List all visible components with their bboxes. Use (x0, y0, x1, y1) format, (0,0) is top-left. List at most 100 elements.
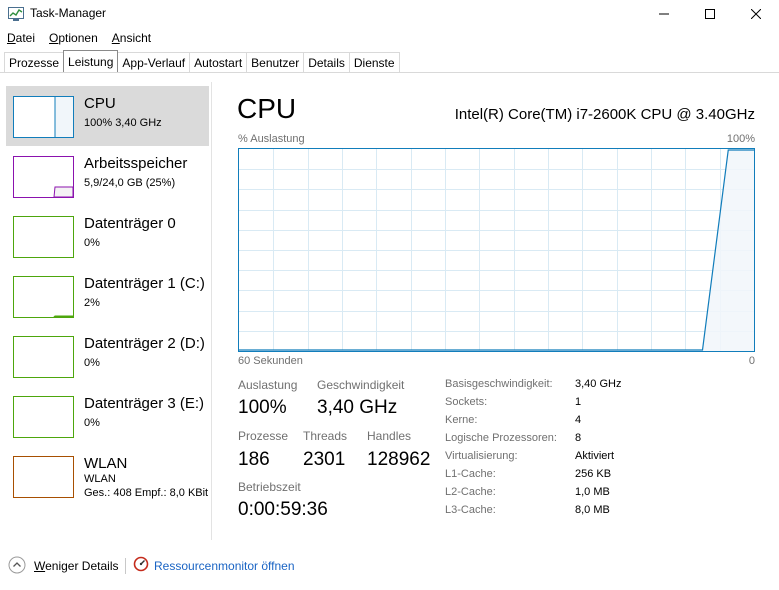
resource-item-memory[interactable]: Arbeitsspeicher 5,9/24,0 GB (25%) (6, 146, 209, 206)
resource-value: 2% (84, 297, 100, 309)
page-title: CPU (237, 93, 297, 124)
menu-bar: Datei Optionen Ansicht (0, 29, 158, 49)
stat-auslastung-label: Auslastung (238, 378, 298, 392)
cpu-usage-chart (239, 149, 754, 351)
tab-bar: Prozesse Leistung App-Verlauf Autostart … (0, 50, 779, 73)
stat-geschwindigkeit-label: Geschwindigkeit (317, 378, 405, 392)
resource-item-disk-2[interactable]: Datenträger 2 (D:) 0% (6, 326, 209, 386)
info-label-l3-cache: L3-Cache: (445, 504, 496, 516)
thumbnail-fill (55, 97, 73, 137)
resource-value: 0% (84, 357, 100, 369)
info-value-sockets: 1 (575, 396, 582, 408)
info-value-base-speed: 3,40 GHz (575, 378, 622, 390)
footer: Weniger Details Ressourcenmonitor öffnen (0, 552, 779, 580)
resource-item-disk-0[interactable]: Datenträger 0 0% (6, 206, 209, 266)
stat-threads-value: 2301 (303, 449, 346, 470)
close-icon (751, 9, 761, 19)
info-label-cores: Kerne: (445, 414, 478, 426)
resource-value: 100% 3,40 GHz (84, 117, 162, 129)
resource-name: WLAN (84, 455, 128, 472)
thumbnail-fill (53, 315, 73, 317)
resource-value: 0% (84, 237, 100, 249)
info-label-l1-cache: L1-Cache: (445, 468, 496, 480)
thumbnail-graph (53, 186, 73, 197)
thumbnail-graph (14, 217, 73, 257)
resource-value: 0% (84, 417, 100, 429)
tab-prozesse[interactable]: Prozesse (4, 52, 65, 72)
close-button[interactable] (733, 0, 779, 28)
resource-name: Datenträger 2 (D:) (84, 335, 205, 352)
info-value-cores: 4 (575, 414, 582, 426)
disk-1-thumbnail (13, 276, 74, 318)
info-value-l2-cache: 1,0 MB (575, 486, 610, 498)
menu-optionen[interactable]: Optionen (42, 29, 105, 49)
info-label-base-speed: Basisgeschwindigkeit: (445, 378, 553, 390)
stat-handles-value: 128962 (367, 449, 431, 470)
resource-value: WLAN (84, 473, 116, 485)
y-axis-label: % Auslastung (238, 133, 305, 145)
x-axis-label: 60 Sekunden (238, 355, 303, 367)
maximize-button[interactable] (687, 0, 733, 28)
resource-monitor-link[interactable]: Ressourcenmonitor öffnen (154, 559, 295, 573)
tab-leistung[interactable]: Leistung (63, 50, 119, 72)
thumbnail-graph (54, 97, 73, 137)
stat-prozesse-label: Prozesse (238, 429, 289, 443)
tab-benutzer[interactable]: Benutzer (246, 52, 305, 72)
stat-handles-label: Handles (367, 429, 412, 443)
stat-threads-label: Threads (303, 429, 348, 443)
resource-throughput: Ges.: 408 Empf.: 8,0 KBit (84, 487, 209, 499)
fewer-details-link[interactable]: Weniger Details (34, 559, 118, 573)
thumbnail-graph (53, 315, 73, 317)
tab-autostart[interactable]: Autostart (189, 52, 248, 72)
tab-app-verlauf[interactable]: App-Verlauf (117, 52, 191, 72)
disk-2-thumbnail (13, 336, 74, 378)
thumbnail-graph (14, 457, 73, 497)
info-label-sockets: Sockets: (445, 396, 488, 408)
cpu-usage-graph (238, 148, 755, 352)
resource-item-disk-1[interactable]: Datenträger 1 (C:) 2% (6, 266, 209, 326)
menu-ansicht[interactable]: Ansicht (105, 29, 158, 49)
disk-0-thumbnail (13, 216, 74, 258)
window-title: Task-Manager (30, 6, 107, 20)
cpu-thumbnail (13, 96, 74, 138)
stat-geschwindigkeit-value: 3,40 GHz (317, 397, 398, 418)
resource-item-cpu[interactable]: CPU 100% 3,40 GHz (6, 86, 209, 146)
chevron-up-icon[interactable] (8, 556, 26, 574)
resource-list: CPU 100% 3,40 GHz Arbeitsspeicher 5,9/24… (0, 82, 212, 540)
maximize-icon (705, 9, 715, 19)
stat-prozesse-value: 186 (238, 449, 270, 470)
thumbnail-fill (53, 186, 73, 197)
disk-3-thumbnail (13, 396, 74, 438)
thumbnail-graph (14, 397, 73, 437)
thumbnail-graph (14, 337, 73, 377)
stat-auslastung-value: 100% (238, 397, 287, 418)
memory-thumbnail (13, 156, 74, 198)
resource-item-disk-3[interactable]: Datenträger 3 (E:) 0% (6, 386, 209, 446)
info-value-l1-cache: 256 KB (575, 468, 612, 480)
tab-details[interactable]: Details (303, 52, 350, 72)
cpu-model: Intel(R) Core(TM) i7-2600K CPU @ 3.40GHz (454, 106, 755, 123)
x-axis-min-label: 0 (748, 355, 755, 367)
resource-name: Datenträger 0 (84, 215, 176, 232)
resource-value: 5,9/24,0 GB (25%) (84, 177, 176, 189)
tab-dienste[interactable]: Dienste (348, 52, 400, 72)
footer-separator (125, 558, 126, 574)
resource-name: Datenträger 1 (C:) (84, 275, 205, 292)
stat-betriebszeit-label: Betriebszeit (238, 480, 301, 494)
minimize-icon (659, 13, 669, 15)
resource-name: CPU (84, 95, 116, 112)
info-label-virtualization: Virtualisierung: (445, 450, 518, 462)
menu-datei[interactable]: Datei (0, 29, 42, 49)
info-value-virtualization: Aktiviert (575, 450, 615, 462)
info-value-l3-cache: 8,0 MB (575, 504, 610, 516)
resource-monitor-icon[interactable] (133, 556, 149, 572)
resource-name: Datenträger 3 (E:) (84, 395, 205, 412)
resource-name: Arbeitsspeicher (84, 155, 188, 172)
y-axis-max-label: 100% (726, 133, 755, 145)
task-manager-icon (8, 7, 24, 21)
info-label-logical-processors: Logische Prozessoren: (445, 432, 557, 444)
info-value-logical-processors: 8 (575, 432, 582, 444)
resource-item-wlan[interactable]: WLAN WLAN Ges.: 408 Empf.: 8,0 KBit (6, 446, 209, 506)
title-bar[interactable]: Task-Manager (0, 0, 779, 28)
minimize-button[interactable] (641, 0, 687, 28)
